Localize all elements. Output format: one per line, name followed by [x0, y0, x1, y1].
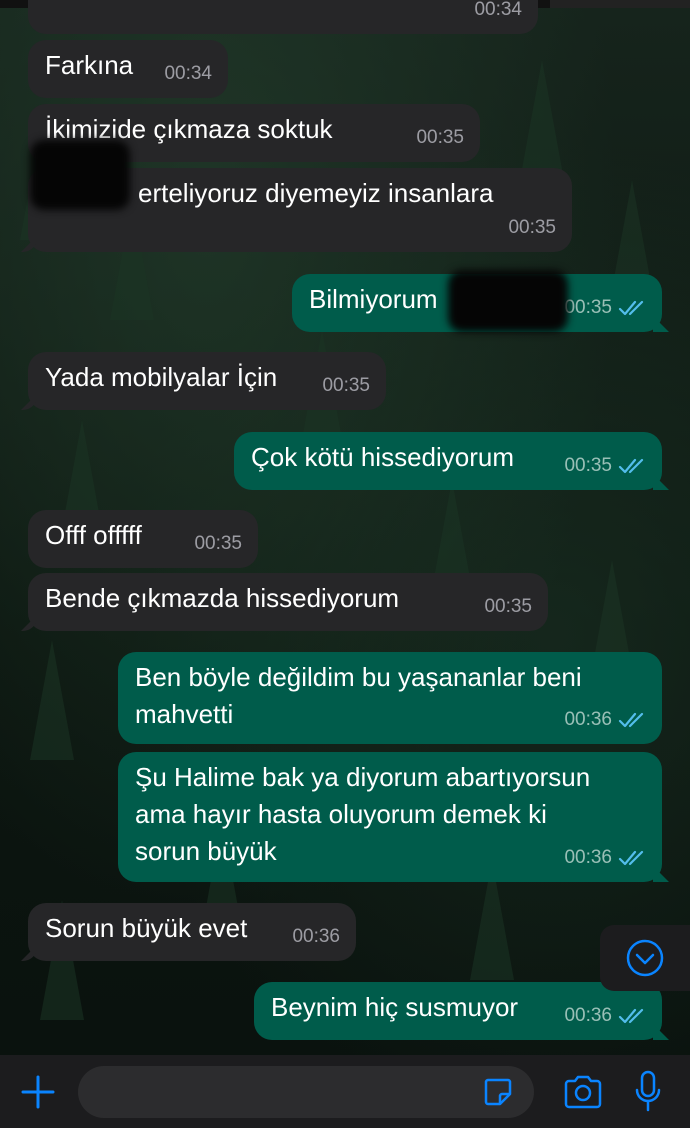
microphone-icon[interactable]: [634, 1070, 662, 1114]
camera-icon[interactable]: [562, 1074, 604, 1110]
message-bubble-outgoing[interactable]: Çok kötü hissediyorum 00:35: [234, 432, 662, 490]
message-time: 00:35: [484, 596, 532, 617]
message-meta: 00:36: [564, 839, 646, 876]
message-meta: 00:35: [564, 289, 646, 326]
message-meta: 00:36: [292, 918, 340, 955]
message-text: Bende çıkmazda hissediyorum: [45, 583, 400, 613]
message-meta: 00:35: [416, 119, 464, 156]
plus-icon[interactable]: [20, 1074, 56, 1110]
top-edge-right: [550, 0, 690, 8]
redaction-mark: [448, 270, 568, 332]
message-time: 00:36: [564, 709, 612, 730]
message-bubble-incoming[interactable]: 00:34: [28, 0, 538, 34]
wallpaper-tree: [520, 60, 564, 180]
message-time: 00:35: [564, 297, 612, 318]
message-meta: 00:35: [564, 447, 646, 484]
message-meta: 00:35: [322, 367, 370, 404]
message-bubble-incoming[interactable]: Offf offfff 00:35: [28, 510, 258, 568]
message-text: Yada mobilyalar İçin: [45, 362, 278, 392]
message-meta: 00:35: [508, 209, 556, 246]
read-receipt-icon: [618, 300, 644, 315]
message-time: 00:34: [164, 63, 212, 84]
message-time: 00:36: [292, 926, 340, 947]
scroll-to-bottom-button[interactable]: [600, 925, 690, 991]
read-receipt-icon: [618, 850, 644, 865]
message-time: 00:35: [322, 375, 370, 396]
message-bubble-incoming[interactable]: Bende çıkmazda hissediyorum 00:35: [28, 573, 548, 631]
wallpaper-tree: [30, 640, 74, 760]
read-receipt-icon: [618, 1008, 644, 1023]
message-text: erteliyoruz diyemeyiz insanlara: [138, 178, 494, 208]
message-bubble-outgoing[interactable]: Beynim hiç susmuyor 00:36: [254, 982, 662, 1040]
message-time: 00:35: [564, 455, 612, 476]
message-time: 00:36: [564, 847, 612, 868]
message-meta: 00:35: [484, 588, 532, 625]
message-meta: 00:34: [164, 55, 212, 92]
message-time: 00:36: [564, 1005, 612, 1026]
read-receipt-icon: [618, 458, 644, 473]
sticker-icon[interactable]: [482, 1076, 514, 1108]
read-receipt-icon: [618, 712, 644, 727]
message-time: 00:35: [194, 533, 242, 554]
redaction-mark: [30, 140, 130, 210]
message-meta: 00:36: [564, 997, 646, 1034]
message-bubble-incoming[interactable]: Sorun büyük evet 00:36: [28, 903, 356, 961]
message-bubble-outgoing[interactable]: Şu Halime bak ya diyorum abartıyorsun am…: [118, 752, 662, 882]
message-meta: 00:35: [194, 525, 242, 562]
chevron-down-circle-icon: [626, 939, 664, 977]
message-bubble-incoming[interactable]: Farkına 00:34: [28, 40, 228, 98]
message-bubble-outgoing[interactable]: Ben böyle değildim bu yaşananlar beni ma…: [118, 652, 662, 744]
message-meta: 00:36: [564, 701, 646, 738]
message-bubble-incoming[interactable]: Yada mobilyalar İçin 00:35: [28, 352, 386, 410]
message-time: 00:34: [474, 0, 522, 20]
message-time: 00:35: [508, 217, 556, 238]
message-time: 00:35: [416, 127, 464, 148]
message-meta: 00:34: [474, 0, 522, 28]
message-input[interactable]: [78, 1066, 534, 1118]
